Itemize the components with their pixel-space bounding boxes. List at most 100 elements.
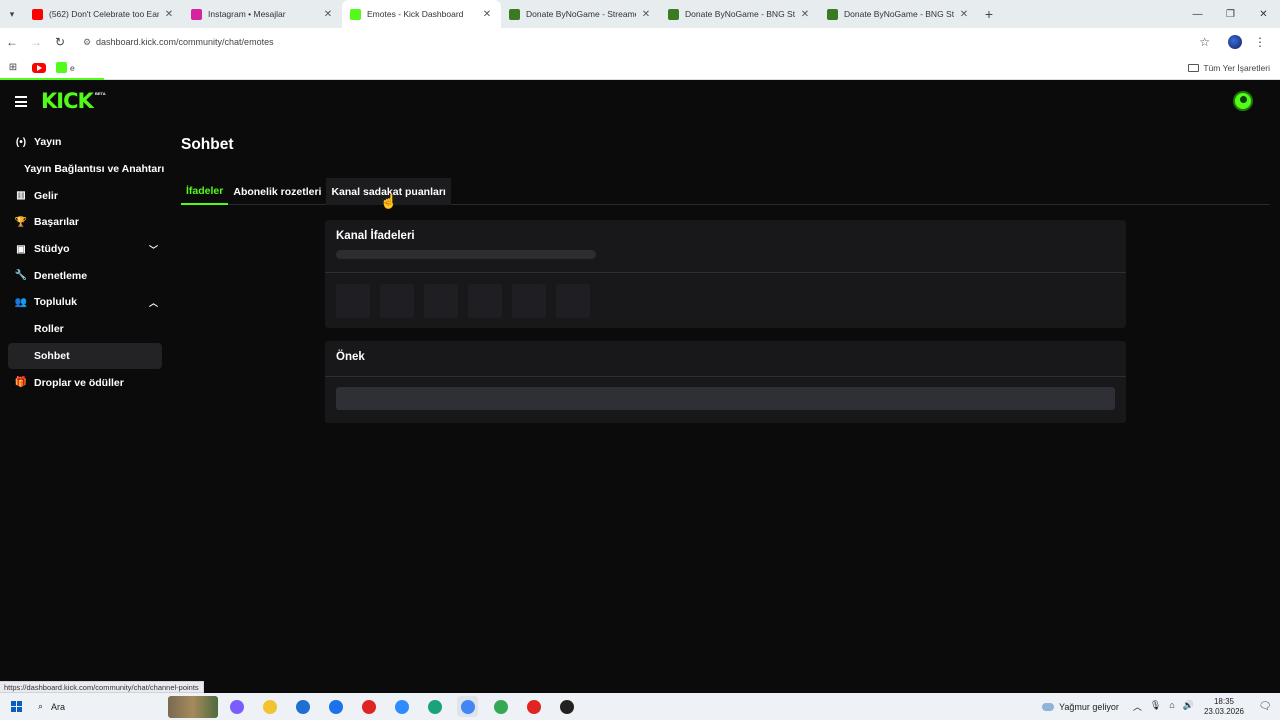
back-icon[interactable]: ← — [0, 35, 24, 49]
app-dark-taskbar-icon[interactable] — [556, 696, 577, 717]
microphone-icon[interactable]: 🎙 — [1150, 700, 1161, 713]
bookmark-star-icon[interactable]: ☆ — [1199, 35, 1210, 49]
rain-cloud-icon — [1041, 702, 1054, 711]
youtube-bookmark-icon[interactable] — [32, 62, 46, 73]
browser-tab[interactable]: Donate ByNoGame - Streamer ✕ — [501, 0, 660, 28]
store-icon — [295, 699, 310, 714]
browser-tab[interactable]: Emotes - Kick Dashboard ✕ — [342, 0, 501, 28]
tab-title: Donate ByNoGame - BNG Strea — [685, 9, 795, 19]
studio-icon: ▣ — [16, 243, 26, 255]
sidebar-item-label: Roller — [34, 323, 64, 336]
taskbar-search[interactable]: ⌕ Ara — [32, 696, 172, 718]
taskbar-clock[interactable]: 18:35 23.03.2026 — [1204, 697, 1244, 717]
new-tab-button[interactable]: + — [978, 6, 1000, 22]
all-bookmarks-label: Tüm Yer İşaretleri — [1203, 62, 1270, 73]
minimize-icon[interactable]: — — [1181, 9, 1214, 20]
settings-tab[interactable]: Abonelik rozetleri — [228, 178, 326, 205]
sidebar-item-label: Stüdyo — [34, 243, 70, 256]
tab-title: (562) Don't Celebrate too Early — [49, 9, 159, 19]
system-tray: Yağmur geliyor ︿ 🎙 ⌂ 🔊 18:35 23.03.2026 … — [1041, 693, 1280, 720]
chrome-taskbar-icon[interactable] — [457, 696, 478, 717]
copilot-taskbar-icon[interactable] — [226, 696, 247, 717]
sidebar-item[interactable]: Roller — [8, 316, 166, 343]
network-icon[interactable]: ⌂ — [1169, 700, 1174, 713]
kick-bookmark-icon[interactable] — [56, 62, 67, 73]
weather-widget[interactable]: Yağmur geliyor — [1041, 701, 1119, 712]
profile-avatar[interactable] — [1228, 35, 1242, 49]
apps-grid-icon[interactable]: ⊞ — [0, 62, 26, 73]
weather-text: Yağmur geliyor — [1058, 701, 1119, 712]
outlook-taskbar-icon[interactable] — [325, 696, 346, 717]
app-blue-taskbar-icon[interactable] — [391, 696, 412, 717]
sidebar-item[interactable]: 👥 Topluluk ︿ — [8, 289, 166, 316]
close-tab-icon[interactable]: ✕ — [799, 9, 811, 20]
browser-tab[interactable]: Instagram • Mesajlar ✕ — [183, 0, 342, 28]
url-bar[interactable]: ⚙ dashboard.kick.com/community/chat/emot… — [78, 31, 1228, 53]
sidebar-item[interactable]: Sohbet — [8, 342, 162, 370]
sidebar-item[interactable]: 🎁 Droplar ve ödüller — [8, 369, 166, 396]
sidebar-item[interactable]: 🏆 Başarılar — [8, 209, 166, 236]
sidebar-item[interactable]: 🔧 Denetleme — [8, 262, 166, 289]
site-info-icon[interactable]: ⚙ — [78, 37, 96, 48]
chart-icon: ▥ — [16, 190, 26, 202]
broadcast-icon: (•) — [15, 136, 27, 148]
chrome-icon — [460, 699, 475, 714]
kick-bookmark-label[interactable]: e — [70, 63, 75, 73]
gift-icon: 🎁 — [14, 377, 28, 389]
browser-menu-icon[interactable]: ⋮ — [1254, 35, 1266, 49]
close-window-icon[interactable]: ✕ — [1247, 9, 1280, 20]
address-bar-row: ← → ↻ ⚙ dashboard.kick.com/community/cha… — [0, 28, 1280, 56]
close-tab-icon[interactable]: ✕ — [163, 9, 175, 20]
emote-placeholder — [380, 284, 414, 318]
kick-logo[interactable]: KICK — [41, 89, 94, 113]
tab-favicon-icon — [509, 8, 520, 20]
search-highlight-image[interactable] — [168, 695, 218, 718]
channel-emotes-title: Kanal İfadeleri — [336, 230, 415, 242]
channel-emotes-card: Kanal İfadeleri — [325, 220, 1126, 328]
edge-taskbar-icon[interactable] — [424, 696, 445, 717]
store-taskbar-icon[interactable] — [292, 696, 313, 717]
chrome-2-icon — [493, 699, 508, 714]
chevron-up-icon[interactable]: ︿ — [1133, 700, 1142, 713]
chevron-down-icon[interactable]: ﹀ — [149, 243, 158, 256]
clock-date: 23.03.2026 — [1203, 706, 1244, 716]
sidebar-item-label: Gelir — [34, 189, 58, 202]
channel-emotes-header: Kanal İfadeleri — [325, 220, 1126, 273]
close-tab-icon[interactable]: ✕ — [481, 9, 493, 20]
browser-tab[interactable]: Donate ByNoGame - BNG Strea ✕ — [819, 0, 978, 28]
emote-placeholder — [424, 284, 458, 318]
tab-search-chevron-icon[interactable]: ▾ — [0, 0, 24, 28]
emote-placeholder — [556, 284, 590, 318]
sidebar-item[interactable]: (•) Yayın — [8, 129, 166, 156]
close-tab-icon[interactable]: ✕ — [958, 9, 970, 20]
wrench-icon: 🔧 — [14, 270, 28, 282]
tab-title: Emotes - Kick Dashboard — [367, 9, 464, 19]
windows-start-button[interactable] — [0, 701, 32, 712]
browser-tab[interactable]: (562) Don't Celebrate too Early ✕ — [24, 0, 183, 28]
prefix-card: Önek — [325, 341, 1126, 423]
app-dark-icon — [559, 699, 574, 714]
sidebar-item[interactable]: ▥ Gelir — [8, 182, 166, 209]
chevron-up-icon[interactable]: ︿ — [149, 296, 158, 309]
volume-icon[interactable]: 🔊 — [1183, 700, 1194, 713]
app-red-2-taskbar-icon[interactable] — [523, 696, 544, 717]
all-bookmarks-button[interactable]: Tüm Yer İşaretleri — [1188, 63, 1270, 73]
restore-icon[interactable]: ❐ — [1214, 9, 1247, 20]
prefix-input-placeholder[interactable] — [336, 387, 1115, 410]
sidebar-item[interactable]: Yayın Bağlantısı ve Anahtarı — [8, 156, 166, 183]
explorer-taskbar-icon[interactable] — [259, 696, 280, 717]
sidebar-item[interactable]: ▣ Stüdyo ﹀ — [8, 236, 166, 263]
notifications-icon[interactable]: 🗨 — [1256, 701, 1274, 712]
search-icon: ⌕ — [38, 701, 44, 711]
browser-tab[interactable]: Donate ByNoGame - BNG Strea ✕ — [660, 0, 819, 28]
close-tab-icon[interactable]: ✕ — [640, 9, 652, 20]
user-avatar[interactable] — [1233, 91, 1253, 111]
app-red-taskbar-icon[interactable] — [358, 696, 379, 717]
reload-icon[interactable]: ↻ — [48, 35, 72, 49]
chrome-2-taskbar-icon[interactable] — [490, 696, 511, 717]
settings-tab[interactable]: İfadeler — [181, 178, 229, 205]
close-tab-icon[interactable]: ✕ — [322, 9, 334, 20]
hamburger-menu-icon[interactable] — [15, 96, 27, 110]
sidebar-item-label: Yayın Bağlantısı ve Anahtarı — [24, 163, 165, 176]
forward-icon[interactable]: → — [24, 35, 48, 49]
